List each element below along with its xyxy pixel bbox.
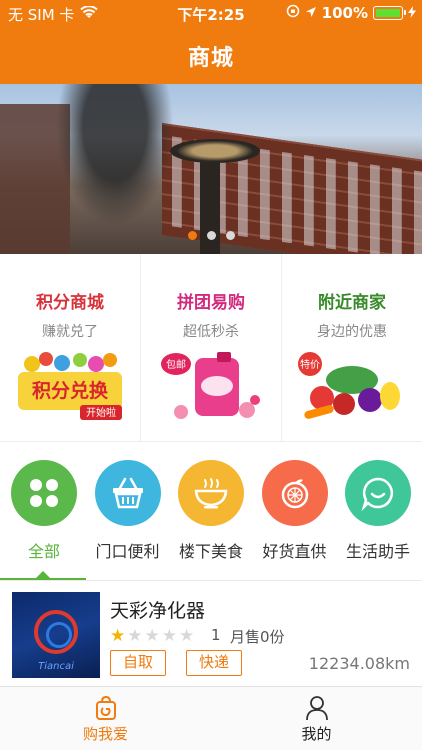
basket-icon <box>94 460 161 526</box>
product-name: 天彩净化器 <box>110 600 206 622</box>
promo-points-mall[interactable]: 积分商城 赚就兑了 积分兑换 开始啦 <box>0 254 141 441</box>
active-category-pointer <box>36 571 50 578</box>
divider <box>0 580 422 581</box>
tab-mine[interactable]: 我的 <box>211 687 422 750</box>
promo-subtitle: 超低秒杀 <box>183 324 239 340</box>
tab-label: 购我爱 <box>82 725 128 743</box>
page-title: 商城 <box>187 46 234 71</box>
category-door-convenience[interactable]: 门口便利 <box>88 454 168 578</box>
category-food[interactable]: 楼下美食 <box>171 454 251 578</box>
charging-icon <box>408 4 416 22</box>
vegetables-image: 特价 <box>298 352 400 419</box>
category-label: 楼下美食 <box>178 542 243 561</box>
category-label: 全部 <box>27 542 60 561</box>
category-direct-supply[interactable]: 好货直供 <box>255 454 335 578</box>
person-icon <box>304 695 330 721</box>
location-icon <box>305 4 317 22</box>
promo-title: 附近商家 <box>318 293 386 313</box>
star-rating: ★ ★ ★ ★ ★ <box>110 626 194 646</box>
promo-title: 积分商城 <box>36 293 104 313</box>
promo-section: 积分商城 赚就兑了 积分兑换 开始啦 拼团易购 超低秒杀 包邮 附近商家 身边的… <box>0 254 422 442</box>
category-label: 好货直供 <box>262 542 327 561</box>
carousel-indicator <box>0 231 422 240</box>
orientation-lock-icon <box>286 4 300 22</box>
orange-icon <box>261 460 328 526</box>
brand-logo-icon <box>34 610 78 654</box>
tab-bar: 购我爱 我的 <box>0 686 422 750</box>
status-bar: 无 SIM 卡 下午2:25 100% <box>0 0 422 28</box>
points-exchange-banner: 积分兑换 开始啦 <box>18 352 122 420</box>
promo-title: 拼团易购 <box>177 293 245 313</box>
promo-subtitle: 身边的优惠 <box>317 324 387 340</box>
rating-value: 1 <box>211 626 221 644</box>
carousel-dot[interactable] <box>187 231 197 240</box>
monthly-sales: 月售0份 <box>230 628 285 646</box>
clover-icon <box>11 460 77 526</box>
detergent-product-image: 包邮 <box>161 352 260 419</box>
distance-label: 12234.08km <box>308 654 410 673</box>
tag-delivery: 快递 <box>186 650 243 676</box>
carousel-dot[interactable] <box>206 231 216 240</box>
chat-icon <box>345 460 411 526</box>
bowl-icon <box>178 460 244 526</box>
category-label: 生活助手 <box>345 542 410 561</box>
app-root: 无 SIM 卡 下午2:25 100% 商城 积分商城 赚就兑了 积分兑换 开始… <box>0 0 422 750</box>
product-list-item[interactable]: Tiancai 天彩净化器 ★ ★ ★ ★ ★ 1 月售0份 自取 快递 122… <box>0 584 422 684</box>
star-icon: ★ <box>161 626 177 646</box>
battery-percent: 100% <box>321 4 368 22</box>
svg-text:特价: 特价 <box>300 359 320 371</box>
tab-label: 我的 <box>301 725 332 743</box>
category-life-assistant[interactable]: 生活助手 <box>338 454 418 578</box>
thumbnail-brand-text: Tiancai <box>38 661 74 672</box>
promo-group-buy[interactable]: 拼团易购 超低秒杀 包邮 <box>141 254 282 441</box>
svg-text:积分兑换: 积分兑换 <box>32 379 109 402</box>
promo-subtitle: 赚就兑了 <box>42 324 98 340</box>
tag-self-pickup: 自取 <box>110 650 167 676</box>
category-bar: 全部 门口便利 楼下美食 好货直供 生活助手 <box>0 454 422 578</box>
star-icon: ★ <box>127 626 143 646</box>
banner-carousel[interactable] <box>0 84 422 254</box>
tab-shop[interactable]: 购我爱 <box>0 687 211 750</box>
top-bar: 无 SIM 卡 下午2:25 100% 商城 <box>0 0 422 84</box>
category-all[interactable]: 全部 <box>4 454 84 578</box>
svg-text:包邮: 包邮 <box>166 358 186 371</box>
promo-nearby-merchants[interactable]: 附近商家 身边的优惠 特价 <box>282 254 422 441</box>
carousel-dot[interactable] <box>225 231 235 240</box>
star-icon: ★ <box>110 626 126 646</box>
category-label: 门口便利 <box>95 542 160 561</box>
star-icon: ★ <box>179 626 195 646</box>
battery-icon <box>373 6 406 20</box>
product-thumbnail: Tiancai <box>12 592 100 678</box>
star-icon: ★ <box>144 626 160 646</box>
svg-text:开始啦: 开始啦 <box>86 406 116 419</box>
shop-bag-icon <box>93 695 119 721</box>
